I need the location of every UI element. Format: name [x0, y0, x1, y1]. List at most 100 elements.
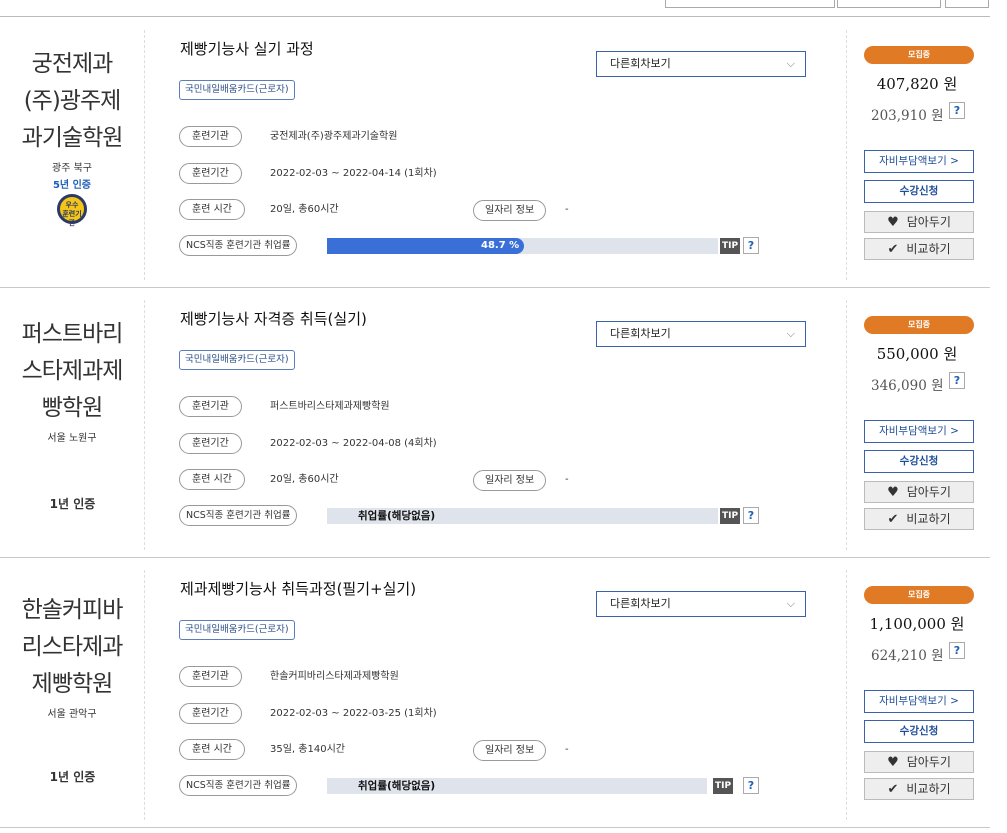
institution-panel: 한솔커피바 리스타제과 제빵학원 서울 관악구 1년 인증: [0, 570, 145, 820]
sort-select[interactable]: [665, 0, 835, 8]
heart-icon: ♥: [887, 755, 899, 770]
apply-button[interactable]: 수강신청: [864, 180, 974, 203]
check-icon: ✔: [887, 782, 899, 797]
status-badge: 모집중: [864, 316, 974, 334]
help-icon[interactable]: ?: [949, 102, 965, 119]
self-pay-button[interactable]: 자비부담액보기 >: [864, 420, 974, 443]
job-info-label: 일자리 정보: [473, 470, 547, 491]
other-rounds-select[interactable]: 다른회차보기 ⌵: [596, 591, 806, 617]
help-icon[interactable]: ?: [949, 372, 965, 389]
compare-button[interactable]: ✔ 비교하기: [864, 508, 974, 530]
region-label: 서울 관악구: [47, 709, 97, 720]
employment-rate-bar: 48.7 %: [327, 238, 718, 254]
help-icon[interactable]: ?: [743, 777, 759, 794]
wishlist-button[interactable]: ♥ 담아두기: [864, 481, 974, 503]
chevron-down-icon: ⌵: [786, 597, 795, 610]
card-type-tag: 국민내일배움카드(근로자): [179, 350, 295, 370]
employment-rate-bar: 취업률(해당없음): [327, 508, 718, 524]
check-icon: ✔: [887, 512, 899, 527]
tip-button[interactable]: TIP: [720, 238, 741, 254]
institution-label: 훈련기관: [179, 396, 242, 417]
institution-name[interactable]: 한솔커피바 리스타제과 제빵학원: [0, 570, 144, 703]
tip-button[interactable]: TIP: [713, 778, 734, 794]
check-icon: ✔: [887, 242, 899, 257]
apply-button[interactable]: 수강신청: [864, 450, 974, 473]
job-info-label: 일자리 정보: [473, 740, 547, 761]
view-toggle[interactable]: [945, 0, 989, 8]
certification-label: 5년 인증: [52, 180, 92, 191]
apply-button[interactable]: 수강신청: [864, 720, 974, 743]
other-rounds-select[interactable]: 다른회차보기 ⌵: [596, 321, 806, 347]
course-info: 제과제빵기능사 취득과정(필기+실기) 다른회차보기 ⌵ 국민내일배움카드(근로…: [145, 570, 845, 820]
job-info-label: 일자리 정보: [473, 200, 547, 221]
hours-label: 훈련 시간: [179, 739, 245, 760]
heart-icon: ♥: [887, 215, 899, 230]
help-icon[interactable]: ?: [743, 507, 759, 524]
ncs-employment-label: NCS직종 훈련기관 취업률: [179, 235, 298, 256]
wishlist-button[interactable]: ♥ 담아두기: [864, 211, 974, 233]
institution-label: 훈련기관: [179, 126, 242, 147]
course-title[interactable]: 제빵기능사 실기 과정: [180, 38, 314, 59]
card-type-tag: 국민내일배움카드(근로자): [179, 620, 295, 640]
self-pay-button[interactable]: 자비부담액보기 >: [864, 690, 974, 713]
institution-panel: 퍼스트바리 스타제과제 빵학원 서울 노원구 1년 인증: [0, 300, 145, 550]
page-size-select[interactable]: [837, 0, 941, 8]
certification-label: 1년 인증: [49, 770, 96, 784]
hours-label: 훈련 시간: [179, 199, 245, 220]
chevron-down-icon: ⌵: [786, 57, 795, 70]
card-type-tag: 국민내일배움카드(근로자): [179, 80, 295, 100]
price-panel: 모집중 1,100,000 원 624,210 원 ? 자비부담액보기 > 수강…: [846, 570, 986, 820]
top-toolbar: [0, 0, 990, 17]
hours-value: 35일, 총140시간: [270, 744, 345, 755]
chevron-down-icon: ⌵: [786, 327, 795, 340]
region-label: 서울 노원구: [47, 433, 97, 444]
compare-button[interactable]: ✔ 비교하기: [864, 778, 974, 800]
course-card: 퍼스트바리 스타제과제 빵학원 서울 노원구 1년 인증 제빵기능사 자격증 취…: [0, 288, 990, 558]
self-pay-button[interactable]: 자비부담액보기 >: [864, 150, 974, 173]
course-title[interactable]: 제과제빵기능사 취득과정(필기+실기): [180, 578, 416, 599]
price-panel: 모집중 550,000 원 346,090 원 ? 자비부담액보기 > 수강신청…: [846, 300, 986, 550]
help-icon[interactable]: ?: [949, 642, 965, 659]
job-info-value: -: [565, 744, 569, 755]
employment-rate-text: 48.7 %: [481, 240, 520, 251]
status-badge: 모집중: [864, 46, 974, 64]
institution-value: 퍼스트바리스타제과제빵학원: [270, 401, 390, 412]
period-value: 2022-02-03 ~ 2022-04-08 (4회차): [270, 438, 437, 449]
period-label: 훈련기간: [179, 433, 242, 454]
tip-button[interactable]: TIP: [720, 508, 741, 524]
institution-value: 궁전제과(주)광주제과기술학원: [270, 131, 398, 142]
employment-rate-text: 취업률(해당없음): [358, 780, 436, 792]
price-panel: 모집중 407,820 원 203,910 원 ? 자비부담액보기 > 수강신청…: [846, 30, 986, 280]
job-info-value: -: [565, 474, 569, 485]
institution-label: 훈련기관: [179, 666, 242, 687]
ncs-employment-label: NCS직종 훈련기관 취업률: [179, 505, 298, 526]
course-info: 제빵기능사 실기 과정 다른회차보기 ⌵ 국민내일배움카드(근로자) 훈련기관 …: [145, 30, 845, 280]
period-label: 훈련기간: [179, 703, 242, 724]
region-label: 광주 북구: [52, 163, 92, 174]
wishlist-button[interactable]: ♥ 담아두기: [864, 751, 974, 773]
actual-price: 203,910 원: [871, 108, 944, 124]
hours-label: 훈련 시간: [179, 469, 245, 490]
compare-button[interactable]: ✔ 비교하기: [864, 238, 974, 260]
course-title[interactable]: 제빵기능사 자격증 취득(실기): [180, 308, 367, 329]
institution-name[interactable]: 궁전제과 (주)광주제 과기술학원: [0, 30, 144, 157]
hours-value: 20일, 총60시간: [270, 474, 339, 485]
institution-value: 한솔커피바리스타제과제빵학원: [270, 671, 399, 682]
hours-value: 20일, 총60시간: [270, 204, 339, 215]
status-badge: 모집중: [864, 586, 974, 604]
period-value: 2022-02-03 ~ 2022-03-25 (1회차): [270, 708, 437, 719]
other-rounds-select[interactable]: 다른회차보기 ⌵: [596, 51, 806, 77]
course-card: 한솔커피바 리스타제과 제빵학원 서울 관악구 1년 인증 제과제빵기능사 취득…: [0, 558, 990, 828]
actual-price: 624,210 원: [871, 648, 944, 664]
ncs-employment-label: NCS직종 훈련기관 취업률: [179, 775, 298, 796]
course-card: 궁전제과 (주)광주제 과기술학원 광주 북구 5년 인증 우수 훈련기관 제빵기…: [0, 18, 990, 288]
help-icon[interactable]: ?: [743, 237, 759, 254]
course-info: 제빵기능사 자격증 취득(실기) 다른회차보기 ⌵ 국민내일배움카드(근로자) …: [145, 300, 845, 550]
job-info-value: -: [565, 204, 569, 215]
institution-name[interactable]: 퍼스트바리 스타제과제 빵학원: [0, 300, 144, 427]
course-price: 1,100,000 원: [869, 615, 965, 633]
period-value: 2022-02-03 ~ 2022-04-14 (1회차): [270, 168, 437, 179]
actual-price: 346,090 원: [871, 378, 944, 394]
excellent-institution-badge-icon: 우수 훈련기관: [57, 194, 87, 227]
course-price: 407,820 원: [876, 75, 958, 93]
